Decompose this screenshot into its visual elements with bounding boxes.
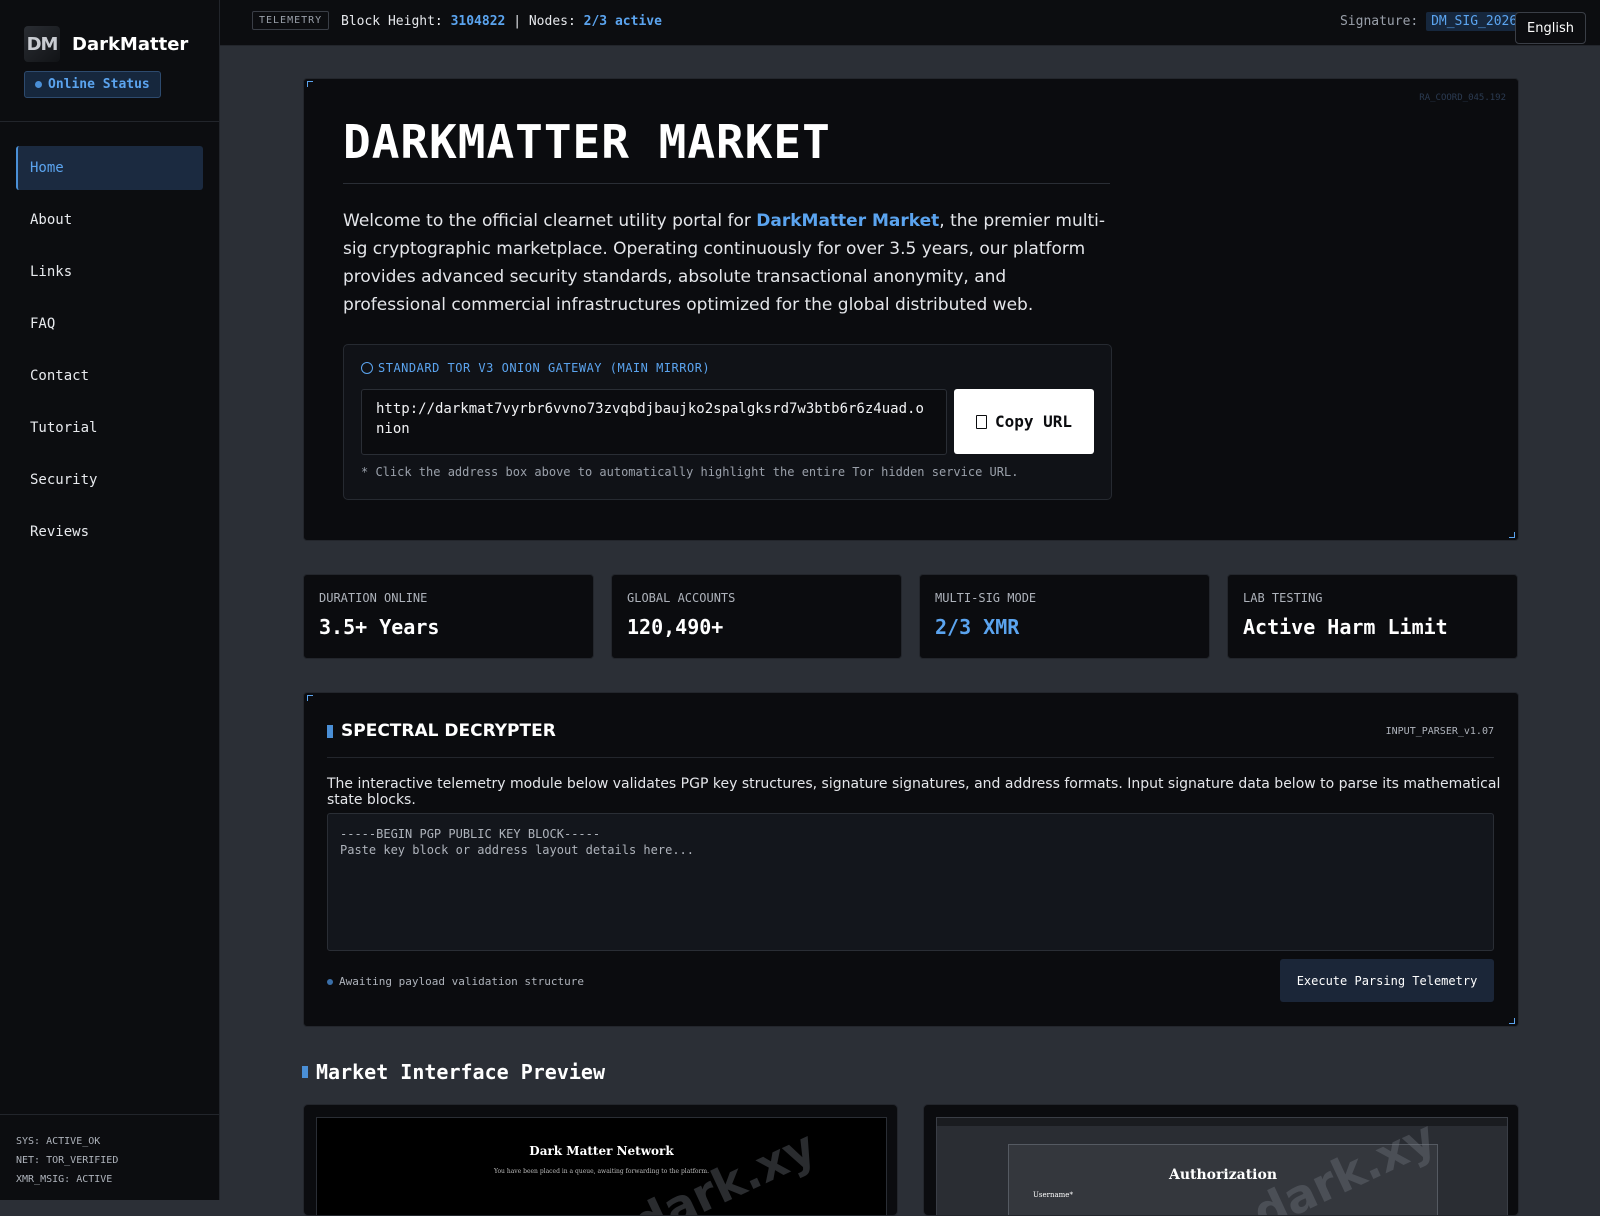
authorization-screenshot: Authorization Username* dark.xy	[936, 1109, 1508, 1215]
stat-label: MULTI-SIG MODE	[935, 591, 1037, 605]
preview-heading: Market Interface Preview	[302, 1060, 605, 1084]
online-status-badge: Online Status	[24, 71, 161, 98]
queue-screenshot: Dark Matter Network You have been placed…	[316, 1117, 887, 1215]
copy-url-button[interactable]: Copy URL	[954, 389, 1094, 454]
onion-url-field[interactable]: http://darkmat7vyrbr6vvno73zvqbdjbaujko2…	[361, 389, 947, 455]
sidebar-item-links[interactable]: Links	[16, 250, 203, 294]
stat-value: 3.5+ Years	[319, 615, 440, 639]
section-marker-icon	[327, 724, 333, 738]
parser-version: INPUT_PARSER_v1.07	[1385, 726, 1494, 737]
nodes-label: Nodes:	[528, 14, 576, 29]
sidebar-item-faq[interactable]: FAQ	[16, 302, 203, 346]
stat-card-duration: DURATION ONLINE 3.5+ Years	[303, 574, 594, 659]
separator: |	[513, 14, 522, 29]
fingerprint-icon	[361, 362, 373, 374]
divider	[327, 757, 1494, 758]
top-bar: TELEMETRY Block Height: 3104822 | Nodes:…	[220, 0, 1600, 46]
decrypter-title: SPECTRAL DECRYPTER	[327, 721, 556, 741]
signature-label: Signature:	[1339, 14, 1419, 29]
page-title: DARKMATTER MARKET	[343, 115, 831, 169]
net-status: NET: TOR_VERIFIED	[16, 1155, 119, 1166]
validation-status-text: Awaiting payload validation structure	[339, 975, 585, 988]
spectral-decrypter-panel: SPECTRAL DECRYPTER INPUT_PARSER_v1.07 Th…	[303, 692, 1519, 1027]
stat-value: 2/3 XMR	[935, 615, 1020, 639]
gateway-label: STANDARD TOR V3 ONION GATEWAY (MAIN MIRR…	[361, 361, 710, 375]
sidebar-item-tutorial[interactable]: Tutorial	[16, 406, 203, 450]
divider	[0, 121, 219, 122]
stat-card-accounts: GLOBAL ACCOUNTS 120,490+	[611, 574, 902, 659]
sidebar-nav: Home About Links FAQ Contact Tutorial Se…	[16, 146, 203, 562]
xmr-status: XMR_MSIG: ACTIVE	[16, 1174, 113, 1185]
sidebar-item-about[interactable]: About	[16, 198, 203, 242]
preview-card-queue[interactable]: Dark Matter Network You have been placed…	[303, 1104, 898, 1216]
status-dot-icon	[327, 978, 333, 985]
stat-value: 120,490+	[627, 615, 724, 639]
onion-gateway-box: STANDARD TOR V3 ONION GATEWAY (MAIN MIRR…	[343, 344, 1112, 500]
intro-highlight-link[interactable]: DarkMatter Market	[756, 211, 939, 231]
block-height-label: Block Height:	[341, 14, 443, 29]
section-marker-icon	[302, 1066, 308, 1078]
system-status-footer: SYS: ACTIVE_OK NET: TOR_VERIFIED XMR_MSI…	[16, 1132, 118, 1189]
intro-text-start: Welcome to the official clearnet utility…	[343, 211, 757, 231]
corner-marker	[1509, 1018, 1515, 1024]
gateway-note: * Click the address box above to automat…	[361, 465, 1019, 479]
pgp-input-textarea[interactable]: -----BEGIN PGP PUBLIC KEY BLOCK----- Pas…	[327, 813, 1494, 951]
telemetry-readout: Block Height: 3104822 | Nodes: 2/3 activ…	[341, 14, 662, 29]
sys-status: SYS: ACTIVE_OK	[16, 1136, 101, 1147]
corner-marker	[307, 81, 313, 87]
divider	[0, 1114, 219, 1115]
sidebar-item-security[interactable]: Security	[16, 458, 203, 502]
status-label: Online Status	[48, 77, 150, 92]
stat-value: Active Harm Limit	[1243, 615, 1448, 639]
brand[interactable]: DM DarkMatter	[24, 26, 188, 62]
stat-label: GLOBAL ACCOUNTS	[627, 591, 736, 605]
username-label: Username*	[1033, 1191, 1073, 1199]
sidebar: DM DarkMatter Online Status Home About L…	[0, 0, 220, 1200]
divider	[343, 183, 1110, 184]
preview-card-authorization[interactable]: Authorization Username* dark.xy	[923, 1104, 1519, 1216]
validation-status: Awaiting payload validation structure	[327, 975, 584, 988]
decrypter-title-text: SPECTRAL DECRYPTER	[341, 721, 556, 741]
stat-label: DURATION ONLINE	[319, 591, 428, 605]
copy-url-label: Copy URL	[994, 412, 1073, 431]
brand-name: DarkMatter	[72, 33, 189, 55]
corner-marker	[1509, 532, 1515, 538]
preview-heading-text: Market Interface Preview	[316, 1060, 605, 1084]
logo: DM	[24, 26, 60, 62]
stat-card-multisig: MULTI-SIG MODE 2/3 XMR	[919, 574, 1210, 659]
status-dot-icon	[35, 81, 42, 88]
block-height-value: 3104822	[450, 14, 506, 29]
coord-label: RA_COORD_045.192	[1419, 93, 1506, 103]
corner-marker	[307, 695, 313, 701]
signature: Signature: DM_SIG_2026_	[1339, 12, 1530, 31]
execute-parsing-button[interactable]: Execute Parsing Telemetry	[1280, 959, 1494, 1002]
sidebar-item-home[interactable]: Home	[16, 146, 203, 190]
gateway-label-text: STANDARD TOR V3 ONION GATEWAY (MAIN MIRR…	[378, 361, 711, 375]
telemetry-tag: TELEMETRY	[252, 11, 330, 30]
decrypter-description: The interactive telemetry module below v…	[327, 776, 1501, 808]
sidebar-item-reviews[interactable]: Reviews	[16, 510, 203, 554]
hero-panel: RA_COORD_045.192 DARKMATTER MARKET Welco…	[303, 78, 1519, 541]
stat-label: LAB TESTING	[1243, 591, 1323, 605]
clipboard-icon	[975, 414, 987, 429]
intro-paragraph: Welcome to the official clearnet utility…	[343, 207, 1113, 319]
nodes-value: 2/3 active	[583, 14, 662, 29]
sidebar-item-contact[interactable]: Contact	[16, 354, 203, 398]
language-button[interactable]: English	[1515, 12, 1586, 44]
stat-card-lab-testing: LAB TESTING Active Harm Limit	[1227, 574, 1518, 659]
